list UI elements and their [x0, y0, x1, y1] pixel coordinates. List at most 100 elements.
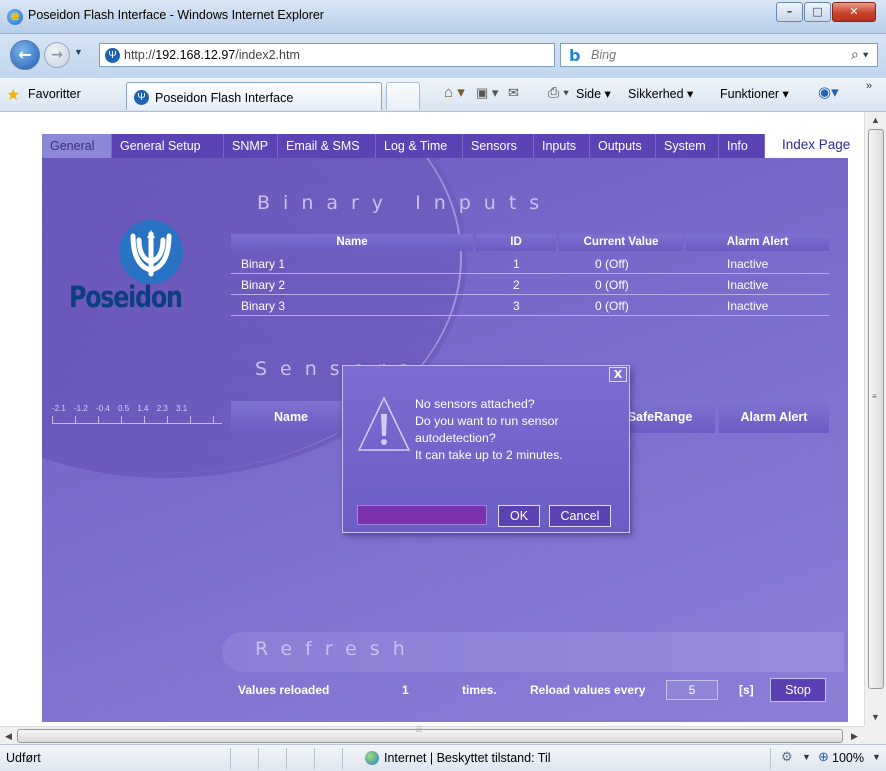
times-label: times.: [462, 683, 497, 697]
table-row[interactable]: Binary 2 2 0 (Off) Inactive: [231, 275, 829, 295]
scroll-left-arrow-icon[interactable]: ◀: [0, 727, 17, 745]
row-name: Binary 3: [241, 299, 286, 313]
tab-sensors[interactable]: Sensors: [463, 134, 534, 158]
zoom-icon[interactable]: ⊕: [818, 749, 829, 765]
scale-tick-labels: -2.1 -1.2 -0.4 0.5 1.4 2.3 3.1: [52, 404, 188, 413]
dialog-message-line: It can take up to 2 minutes.: [415, 448, 563, 462]
reload-count: 1: [402, 683, 409, 697]
main-panel: Poseidon Binary Inputs Name ID Current V…: [42, 158, 848, 722]
cancel-button[interactable]: Cancel: [549, 505, 611, 527]
dialog-close-button[interactable]: X: [609, 367, 627, 382]
tab-info[interactable]: Info: [719, 134, 765, 158]
row-name: Binary 2: [241, 278, 286, 292]
safety-menu[interactable]: Sikkerhed ▾: [628, 86, 693, 101]
chevron-more-icon[interactable]: »: [866, 80, 872, 92]
recent-pages-dropdown-icon[interactable]: ▼: [74, 47, 83, 57]
column-header-id: ID: [476, 234, 556, 251]
tab-general-setup[interactable]: General Setup: [112, 134, 224, 158]
column-header-name: Name: [231, 401, 351, 433]
status-separator: [314, 748, 315, 769]
new-tab-button[interactable]: [386, 82, 420, 110]
binary-inputs-header: Name ID Current Value Alarm Alert: [231, 234, 829, 251]
page-menu[interactable]: Side ▾: [576, 86, 611, 101]
print-icon[interactable]: ⎙ ▾: [548, 84, 569, 101]
row-current-value: 0 (Off): [595, 278, 629, 292]
tab-outputs[interactable]: Outputs: [590, 134, 656, 158]
maximize-button[interactable]: □: [804, 2, 831, 22]
interval-unit-label: [s]: [739, 683, 754, 697]
close-window-button[interactable]: ✕: [832, 2, 876, 22]
zoom-dropdown-icon[interactable]: ▼: [872, 752, 881, 762]
column-header-alarm-alert: Alarm Alert: [686, 234, 829, 251]
tab-email-sms[interactable]: Email & SMS: [278, 134, 376, 158]
status-separator: [770, 748, 771, 769]
tab-log-time[interactable]: Log & Time: [376, 134, 463, 158]
vertical-scrollbar[interactable]: ▲ ≡ ▼: [864, 112, 886, 726]
home-icon[interactable]: ⌂ ▾: [444, 83, 465, 101]
scroll-right-arrow-icon[interactable]: ▶: [846, 727, 863, 745]
address-url: http://192.168.12.97/index2.htm: [124, 48, 300, 62]
tab-snmp[interactable]: SNMP: [224, 134, 278, 158]
reload-interval-input[interactable]: 5: [666, 680, 718, 700]
scroll-down-arrow-icon[interactable]: ▼: [865, 709, 886, 726]
sensor-scale: -2.1 -1.2 -0.4 0.5 1.4 2.3 3.1: [52, 404, 222, 430]
forward-button[interactable]: →: [44, 42, 70, 68]
address-field[interactable]: Ψ http://192.168.12.97/index2.htm ▼ ⧉ ⇆ …: [99, 43, 639, 67]
index-page-link[interactable]: Index Page: [782, 137, 850, 152]
chevron-down-icon[interactable]: ▼: [802, 752, 811, 762]
page-viewport: General General Setup SNMP Email & SMS L…: [10, 112, 864, 726]
minimize-button[interactable]: –: [776, 2, 803, 22]
status-separator: [342, 748, 343, 769]
scrollbar-corner: [864, 726, 886, 744]
reload-every-label: Reload values every: [530, 683, 646, 697]
autodetect-progress-bar: [357, 505, 487, 525]
table-row[interactable]: Binary 3 3 0 (Off) Inactive: [231, 296, 829, 316]
search-placeholder: Bing: [591, 48, 617, 62]
tab-title: Poseidon Flash Interface: [155, 91, 294, 105]
row-id: 3: [513, 299, 520, 313]
address-toolbar: ← → ▼ Ψ http://192.168.12.97/index2.htm …: [0, 34, 886, 78]
status-text: Udført: [6, 751, 41, 765]
search-icon[interactable]: ⌕ ▾: [851, 46, 869, 63]
column-header-current-value: Current Value: [559, 234, 683, 251]
poseidon-trident-icon: [119, 220, 183, 284]
horizontal-scroll-thumb[interactable]: [17, 729, 843, 743]
tools-menu[interactable]: Funktioner ▾: [720, 86, 789, 101]
column-header-name: Name: [231, 234, 473, 251]
autodetect-dialog: X No sensors attached? Do you want to ru…: [342, 365, 630, 533]
column-header-alarm-alert: Alarm Alert: [719, 401, 829, 433]
zoom-level[interactable]: 100%: [832, 751, 864, 765]
ok-button[interactable]: OK: [498, 505, 540, 527]
site-favicon-icon: Ψ: [105, 48, 120, 63]
row-alarm-alert: Inactive: [727, 299, 769, 313]
vertical-scroll-thumb[interactable]: [868, 129, 884, 689]
row-name: Binary 1: [241, 257, 286, 271]
mail-icon[interactable]: ✉: [508, 85, 519, 101]
back-button[interactable]: ←: [10, 40, 40, 70]
protected-mode-icon[interactable]: ⚙: [781, 749, 793, 765]
scroll-grip-icon: ⦙⦙⦙: [416, 724, 423, 734]
scroll-grip-icon: ≡: [872, 392, 877, 401]
window-titlebar: e Poseidon Flash Interface - Windows Int…: [0, 0, 886, 34]
row-current-value: 0 (Off): [595, 299, 629, 313]
scroll-up-arrow-icon[interactable]: ▲: [865, 112, 886, 129]
security-zone-text[interactable]: Internet | Beskyttet tilstand: Til: [384, 751, 551, 765]
search-field[interactable]: b Bing ⌕ ▾: [560, 43, 878, 67]
tab-general[interactable]: General: [42, 134, 112, 158]
tab-inputs[interactable]: Inputs: [534, 134, 590, 158]
tab-system[interactable]: System: [656, 134, 719, 158]
stop-button[interactable]: Stop: [770, 678, 826, 702]
horizontal-scrollbar[interactable]: ◀ ⦙⦙⦙ ▶: [0, 724, 864, 745]
dialog-message-line: Do you want to run sensor: [415, 414, 559, 428]
command-bar: ★ Favoritter Ψ Poseidon Flash Interface …: [0, 78, 886, 112]
row-id: 2: [513, 278, 520, 292]
row-current-value: 0 (Off): [595, 257, 629, 271]
tab-favicon-icon: Ψ: [134, 90, 149, 105]
browser-tab[interactable]: Ψ Poseidon Flash Interface: [126, 82, 382, 110]
table-row[interactable]: Binary 1 1 0 (Off) Inactive: [231, 254, 829, 274]
help-icon[interactable]: ◉▾: [818, 83, 839, 101]
favorites-star-icon[interactable]: ★: [6, 85, 20, 105]
refresh-title: Refresh: [255, 638, 418, 660]
favorites-button[interactable]: Favoritter: [28, 87, 81, 101]
feeds-icon[interactable]: ▣ ▾: [476, 85, 498, 101]
